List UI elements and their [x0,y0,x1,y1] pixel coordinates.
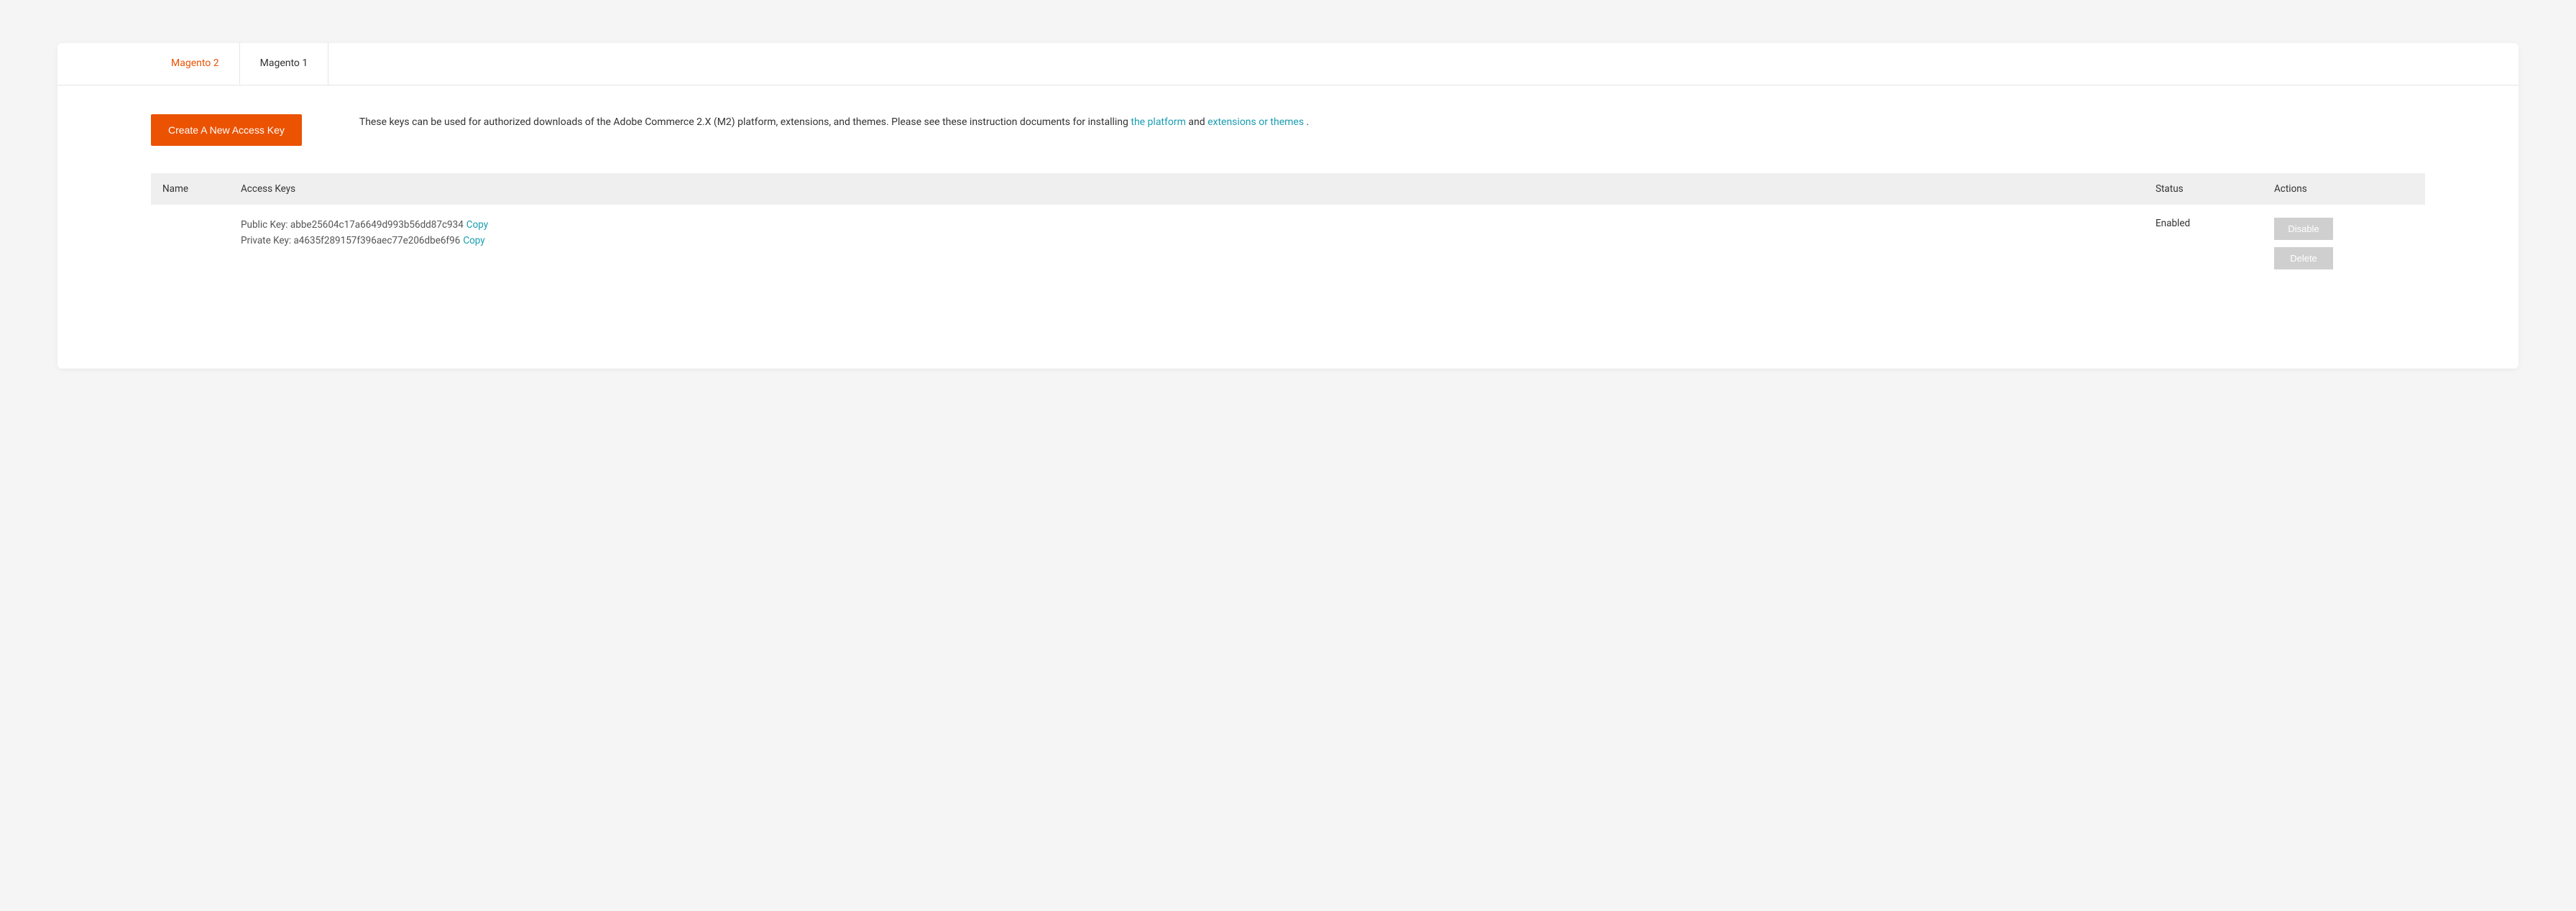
description-after: . [1304,116,1309,128]
description-before: These keys can be used for authorized do… [359,116,1131,128]
tab-magento-1[interactable]: Magento 1 [240,43,329,85]
cell-actions: Disable Delete [2274,218,2418,269]
header-name: Name [158,183,241,195]
private-key-line: Private Key: a4635f289157f396aec77e206db… [241,233,2156,249]
table-header: Name Access Keys Status Actions [151,173,2425,205]
access-keys-table: Name Access Keys Status Actions Public K… [151,173,2425,282]
access-keys-card: Magento 2 Magento 1 Create A New Access … [58,43,2518,369]
create-access-key-button[interactable]: Create A New Access Key [151,114,302,146]
private-key-value: a4635f289157f396aec77e206dbe6f96 [293,235,460,246]
header-status: Status [2156,183,2274,195]
top-row: Create A New Access Key These keys can b… [151,114,2425,146]
tabs-row: Magento 2 Magento 1 [58,43,2518,85]
disable-button[interactable]: Disable [2274,218,2333,240]
public-key-value: abbe25604c17a6649d993b56dd87c934 [290,219,464,231]
cell-status: Enabled [2156,218,2274,269]
description-mid: and [1186,116,1208,128]
cell-keys: Public Key: abbe25604c17a6649d993b56dd87… [241,218,2156,269]
body-area: Create A New Access Key These keys can b… [58,85,2518,369]
header-actions: Actions [2274,183,2418,195]
public-key-label: Public Key: [241,219,290,231]
cell-name [158,218,241,269]
platform-link[interactable]: the platform [1131,116,1186,128]
header-keys: Access Keys [241,183,2156,195]
public-key-line: Public Key: abbe25604c17a6649d993b56dd87… [241,218,2156,233]
delete-button[interactable]: Delete [2274,247,2333,269]
tab-magento-2[interactable]: Magento 2 [151,43,240,85]
copy-private-key[interactable]: Copy [463,235,484,246]
private-key-label: Private Key: [241,235,293,246]
table-row: Public Key: abbe25604c17a6649d993b56dd87… [151,205,2425,282]
extensions-link[interactable]: extensions or themes [1208,116,1304,128]
description-text: These keys can be used for authorized do… [359,114,1309,130]
copy-public-key[interactable]: Copy [466,219,488,231]
